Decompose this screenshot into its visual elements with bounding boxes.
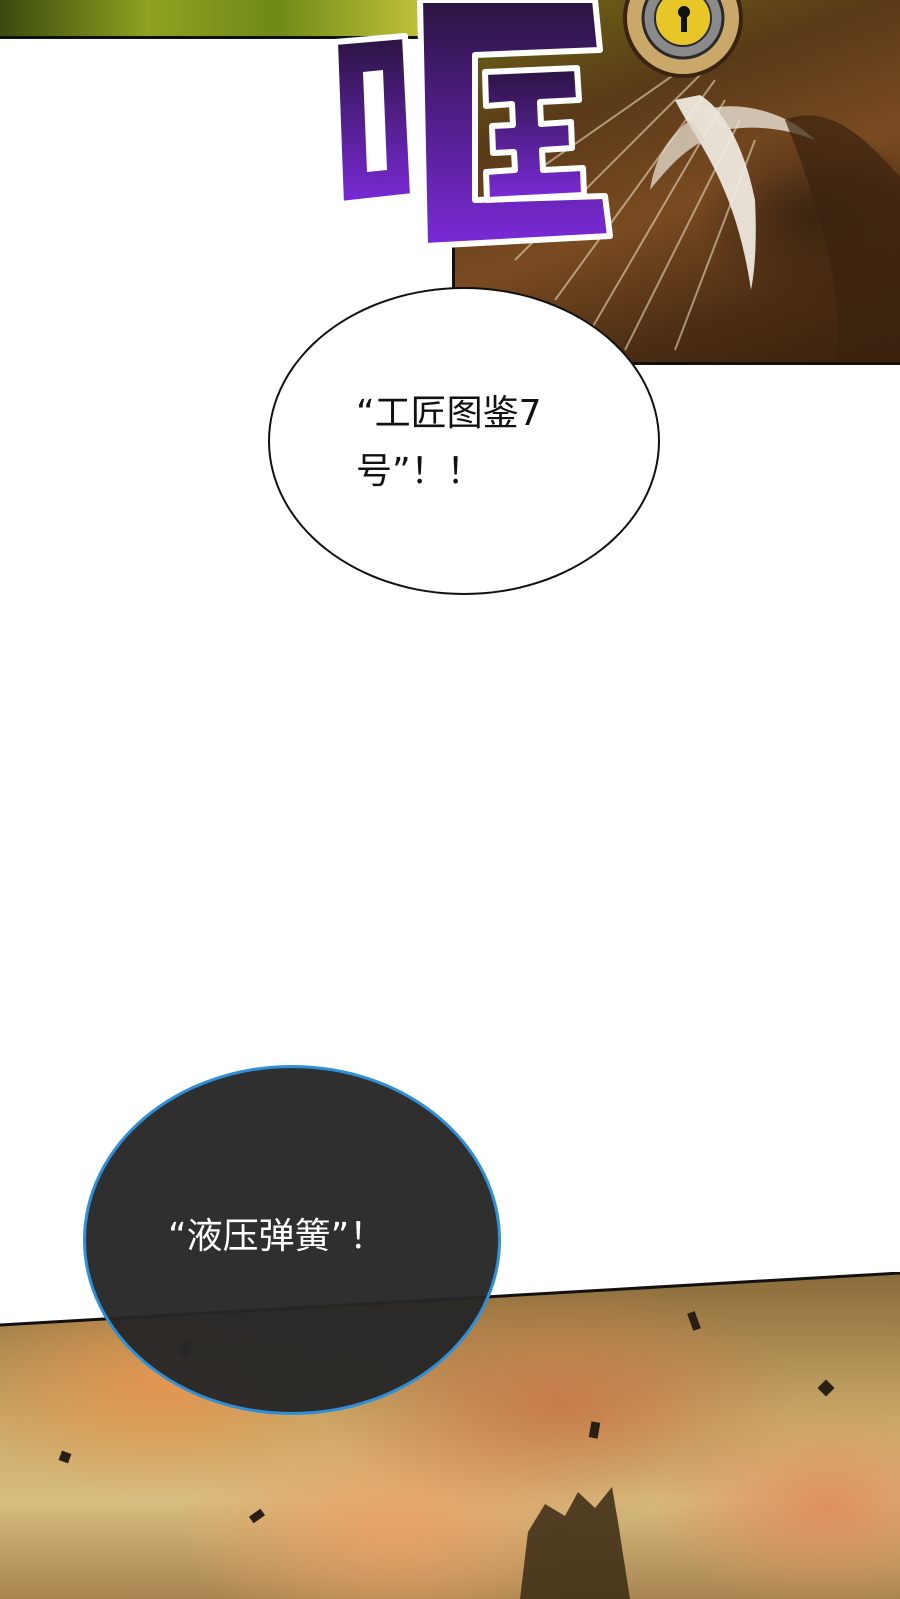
dark-speech-bubble: “液压弹簧”！	[83, 1065, 501, 1415]
dark-speech-bubble-text: “液压弹簧”！	[168, 1216, 386, 1257]
sound-effect-text	[325, 0, 625, 250]
speech-line-2: 号”！！	[356, 451, 483, 492]
speech-bubble: “工匠图鉴7 号”！！	[268, 287, 660, 595]
sound-effect-lettering	[332, 0, 613, 249]
speech-line-1: “工匠图鉴7	[356, 393, 542, 434]
speech-bubble-text: “工匠图鉴7 号”！！	[356, 385, 596, 501]
